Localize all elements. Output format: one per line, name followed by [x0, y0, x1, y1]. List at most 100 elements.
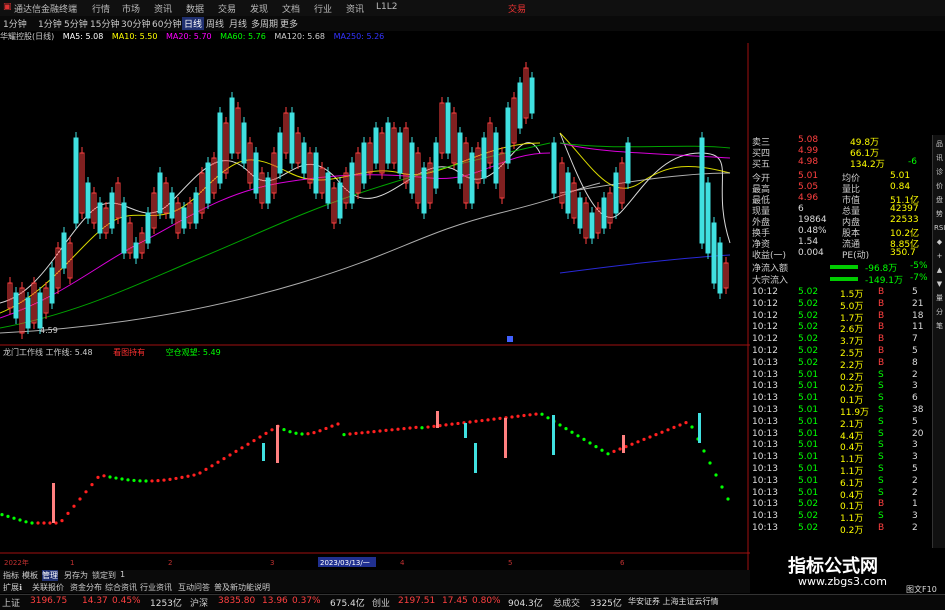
tab-indicator[interactable]: 指标 — [3, 570, 19, 581]
tab-industry[interactable]: 行业资讯 — [140, 582, 172, 593]
tick-side: S — [878, 487, 884, 498]
kline-chart[interactable]: 5.605.605.455.205.004.804.60 6.406.206.0… — [0, 43, 780, 570]
tab-fund[interactable]: 资金分布 — [70, 582, 102, 593]
side-tool-icon[interactable]: ▼ — [934, 279, 945, 289]
tick-price: 5.01 — [798, 487, 819, 498]
candle-body — [97, 202, 103, 234]
menu-item-6[interactable]: 发现 — [250, 2, 268, 15]
side-tool-icon[interactable]: + — [934, 251, 945, 261]
indicator-dot — [366, 430, 370, 434]
tick-price: 5.01 — [798, 464, 819, 474]
period-5min[interactable]: 5分钟 — [64, 17, 88, 30]
menu-item-10[interactable]: L1L2 — [376, 2, 397, 12]
total-label: 总成交 — [553, 599, 581, 609]
menu-item-2[interactable]: 市场 — [122, 2, 140, 15]
candle-body — [301, 142, 307, 174]
candle-body — [433, 142, 439, 189]
tick-price: 5.01 — [798, 369, 819, 380]
tab-related[interactable]: 关联报价 — [32, 582, 64, 593]
cy-value: 2197.51 — [398, 596, 436, 606]
stat-value-2: 0.84 — [890, 182, 911, 192]
period-monthly[interactable]: 月线 — [229, 17, 247, 30]
trade-button[interactable]: 交易 — [508, 2, 526, 15]
period-multi[interactable]: 多周期 — [251, 17, 278, 30]
indicator-dot — [612, 449, 616, 453]
indicator-dot — [186, 474, 190, 478]
tab-manage[interactable]: 管理 — [42, 570, 58, 581]
side-tool-icon[interactable]: ◆ — [934, 237, 945, 247]
candle-body — [589, 212, 595, 239]
indicator-dot — [678, 423, 682, 427]
ma5-label: MA5: 5.08 — [62, 32, 104, 41]
indicator-bar — [464, 423, 467, 438]
side-tool-icon[interactable]: 量 — [934, 293, 945, 303]
indicator-dots — [0, 412, 730, 525]
tab-qa[interactable]: 互动问答 — [178, 582, 210, 593]
period-15min[interactable]: 15分钟 — [90, 17, 119, 30]
period-60min[interactable]: 60分钟 — [152, 17, 181, 30]
tab-newfeature[interactable]: 普及新功能说明 — [214, 582, 270, 593]
tick-count: 3 — [912, 440, 918, 451]
order-row[interactable]: 买五 4.98 134.2万 -6 — [750, 157, 930, 170]
tick-time: 10:12 — [752, 346, 778, 356]
candle-body — [253, 152, 259, 194]
side-tool-icon[interactable]: 分 — [934, 307, 945, 317]
period-30min[interactable]: 30分钟 — [121, 17, 150, 30]
tick-time: 10:13 — [752, 511, 778, 522]
side-tool-icon[interactable]: 品 — [934, 139, 945, 149]
candle-body — [493, 132, 499, 184]
menu-item-8[interactable]: 行业 — [314, 2, 332, 15]
indicator-dot — [42, 521, 46, 525]
tick-count: 8 — [912, 357, 918, 368]
side-tool-icon[interactable]: 诊 — [934, 167, 945, 177]
tab-number[interactable]: 1 — [120, 570, 125, 579]
indicator-dot — [630, 442, 634, 446]
indicator-dot — [192, 473, 196, 477]
indicator-dot — [672, 425, 676, 429]
indicator-dot — [558, 423, 562, 427]
side-tool-icon[interactable]: 笔 — [934, 321, 945, 331]
tick-time: 10:13 — [752, 440, 778, 451]
side-tool-icon[interactable]: 势 — [934, 209, 945, 219]
menu-item-7[interactable]: 文档 — [282, 2, 300, 15]
tick-side: B — [878, 334, 885, 345]
menu-item-3[interactable]: 资讯 — [154, 2, 172, 15]
indicator-bar — [262, 443, 265, 461]
indicator-dot — [384, 428, 388, 432]
side-tool-icon[interactable]: 讯 — [934, 153, 945, 163]
tab-template[interactable]: 模板 — [22, 570, 38, 581]
period-more[interactable]: 更多 — [280, 17, 298, 30]
tab-news[interactable]: 综合资讯 — [105, 582, 137, 593]
menu-item-4[interactable]: 数据 — [186, 2, 204, 15]
indicator-dot — [516, 414, 520, 418]
tick-side: B — [878, 322, 885, 333]
menu-item-1[interactable]: 行情 — [92, 2, 110, 15]
menu-item-9[interactable]: 资讯 — [346, 2, 364, 15]
candle-body — [241, 122, 247, 164]
side-tool-icon[interactable]: 价 — [934, 181, 945, 191]
tab-saveas[interactable]: 另存为 — [64, 570, 88, 581]
side-tool-icon[interactable]: ▲ — [934, 265, 945, 275]
candle-body — [25, 297, 31, 329]
period-1min[interactable]: 1分钟 — [3, 17, 27, 30]
period-daily[interactable]: 日线 — [182, 17, 205, 30]
stat-value-1: 1.54 — [798, 237, 819, 247]
date-axis: 2022年 1 2 3 2023/03/13/一 4 5 6 — [4, 557, 625, 567]
period-1min-b[interactable]: 1分钟 — [38, 17, 62, 30]
indicator-dot — [30, 521, 34, 525]
indicator-bar — [474, 443, 477, 473]
tab-expand[interactable]: 扩展ℹ — [3, 582, 22, 593]
tick-side: B — [878, 346, 885, 356]
stat-value-2: 350.7 — [890, 248, 916, 258]
side-tool-icon[interactable]: 盘 — [934, 195, 945, 205]
indicator-dot — [360, 431, 364, 435]
candle-body — [85, 182, 91, 219]
indicator-dot — [720, 485, 724, 489]
indicator-dot — [216, 460, 220, 464]
period-weekly[interactable]: 周线 — [206, 17, 224, 30]
menu-item-5[interactable]: 交易 — [218, 2, 236, 15]
tick-time: 10:13 — [752, 393, 778, 404]
indicator-dot — [492, 417, 496, 421]
tab-lock[interactable]: 锁定到 — [92, 570, 116, 581]
side-tool-icon[interactable]: RSI — [934, 223, 945, 233]
